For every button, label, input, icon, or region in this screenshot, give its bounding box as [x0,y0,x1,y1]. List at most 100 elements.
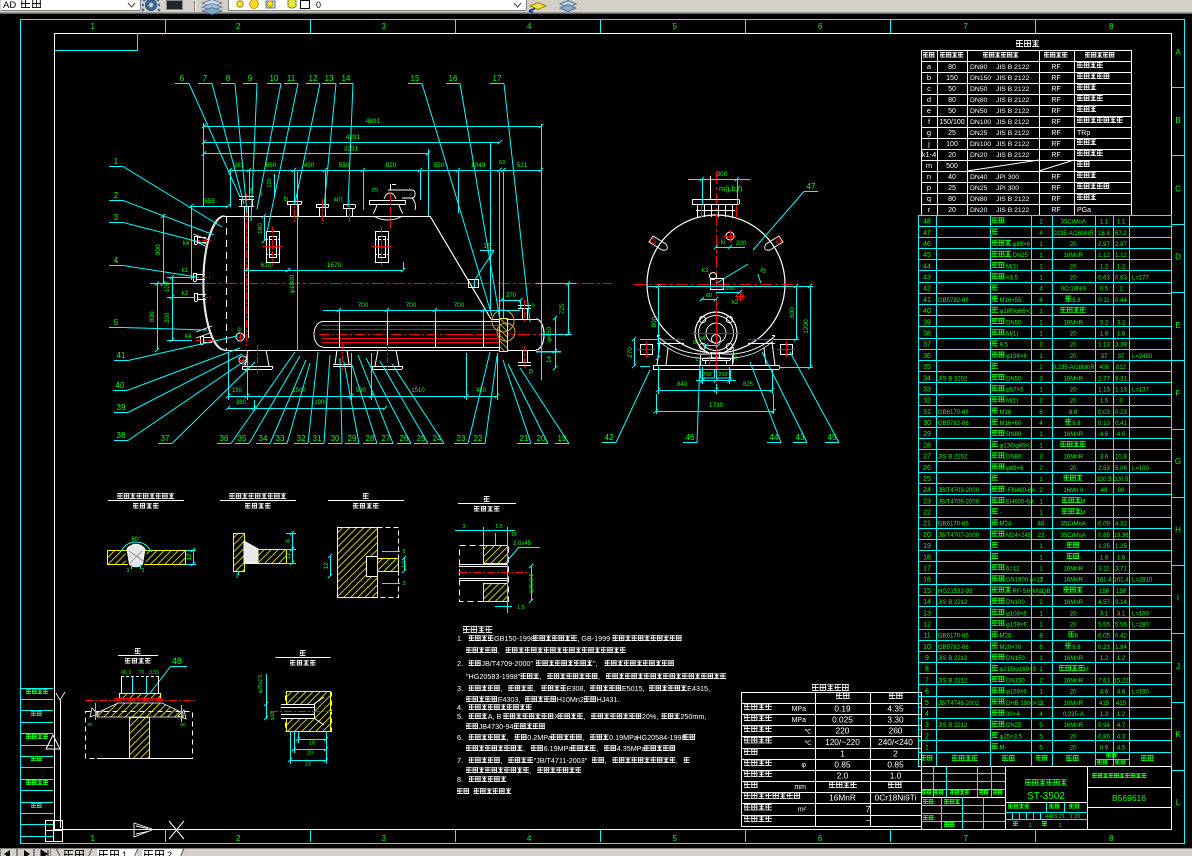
svg-text:1: 1 [1039,510,1043,517]
svg-text:φ1800: φ1800 [289,274,296,293]
svg-text:k4: k4 [699,335,706,342]
svg-text:JIS B 2122: JIS B 2122 [996,130,1029,137]
svg-text:6: 6 [285,539,292,543]
svg-text:1670: 1670 [327,262,342,269]
svg-text:80: 80 [948,196,956,203]
svg-text:1: 1 [1039,700,1043,707]
svg-text:4.7: 4.7 [1117,723,1126,729]
svg-text:45: 45 [923,252,931,259]
svg-text:13: 13 [325,74,334,83]
svg-text:16MnR: 16MnR [1064,320,1084,326]
svg-text:JIS B 2122: JIS B 2122 [996,119,1029,126]
svg-text:GB5782-86: GB5782-86 [938,298,969,304]
svg-text:40: 40 [923,308,931,315]
svg-text:1: 1 [1039,241,1043,248]
svg-text:GB6170-86: GB6170-86 [938,634,969,640]
svg-text:e: e [927,106,931,115]
svg-text:φ25×3.5: φ25×3.5 [1000,734,1023,740]
svg-text:TRp: TRp [1077,130,1090,137]
svg-text:37: 37 [1118,354,1125,360]
svg-text:80: 80 [948,97,956,104]
svg-text:b: b [284,196,288,203]
svg-text:A: A [1175,48,1181,57]
svg-text:22: 22 [474,434,483,443]
svg-text:800: 800 [651,316,658,327]
svg-text:270: 270 [506,293,517,299]
svg-text:10: 10 [401,561,408,569]
svg-text:26: 26 [400,434,409,443]
svg-text:,: , [507,733,509,742]
svg-text:415: 415 [1116,701,1127,707]
svg-text:35CrMoA: 35CrMoA [1061,522,1086,528]
svg-text:m(j,b,f): m(j,b,f) [719,184,743,193]
svg-text:10.8: 10.8 [1115,455,1127,461]
svg-text:4: 4 [114,256,119,265]
svg-text:20%,: 20%, [642,712,658,721]
svg-text:GB6170-86: GB6170-86 [938,522,969,528]
svg-text:0.19: 0.19 [834,703,851,713]
svg-text:1.13: 1.13 [1098,343,1110,349]
svg-text:,: , [676,756,678,765]
svg-text:45: 45 [828,433,837,442]
svg-text:15.22: 15.22 [1113,678,1129,684]
svg-text:1: 1 [1039,610,1043,617]
svg-text:G: G [1175,457,1181,466]
svg-text:DN20: DN20 [970,152,988,159]
svg-text:1.6: 1.6 [1100,555,1109,561]
svg-text:1: 1 [1039,666,1043,673]
svg-text:1.84: 1.84 [1115,645,1127,651]
svg-text:1.5: 1.5 [1100,399,1109,405]
svg-text:1.13: 1.13 [1115,387,1127,393]
svg-text:JIS B 2122: JIS B 2122 [996,207,1029,214]
svg-text:20: 20 [1070,611,1077,617]
svg-text:5.55: 5.55 [1098,622,1110,628]
svg-text:k4: k4 [183,241,190,247]
svg-text:67.2: 67.2 [1115,231,1127,237]
svg-text:0.025: 0.025 [832,714,853,724]
svg-text:7: 7 [964,22,969,31]
svg-text:E: E [1175,321,1180,330]
svg-text:3.6: 3.6 [1100,455,1109,461]
svg-text:42: 42 [605,433,614,442]
svg-text:20: 20 [1070,399,1077,405]
svg-text:3: 3 [127,568,130,574]
svg-text:26: 26 [923,465,931,472]
svg-text:18: 18 [923,554,931,561]
svg-text:M16: M16 [1000,410,1012,416]
svg-text:JIS B 2202: JIS B 2202 [938,455,968,461]
svg-text:φ89×6: φ89×6 [1013,242,1031,248]
svg-text:150: 150 [946,75,958,82]
svg-text:ki: ki [721,239,726,246]
svg-text:1.2: 1.2 [1117,264,1126,270]
svg-text:11: 11 [923,633,930,640]
svg-text:20: 20 [1070,354,1077,360]
svg-text:RF-SH(M)-QB: RF-SH(M)-QB [1013,589,1051,595]
svg-text:0.03: 0.03 [1098,410,1110,416]
svg-text:k1-4: k1-4 [922,150,937,159]
svg-text:M16×60: M16×60 [1000,421,1023,427]
svg-text:PGa: PGa [1077,207,1091,214]
svg-text:8.8: 8.8 [1072,421,1081,427]
svg-text:39: 39 [117,403,126,412]
svg-text:0.05: 0.05 [1098,634,1110,640]
svg-text:δ=12: δ=12 [1006,566,1020,572]
svg-text:37: 37 [161,434,170,443]
svg-text:35CrMoA: 35CrMoA [1061,220,1086,226]
svg-text:5: 5 [1039,722,1043,729]
svg-text:ST-3502: ST-3502 [1027,791,1065,802]
svg-text:"JB/T4711-2003": "JB/T4711-2003" [534,756,588,765]
svg-text:M16×55: M16×55 [1000,298,1023,304]
svg-text:53: 53 [499,160,505,166]
svg-text:270: 270 [627,347,634,358]
svg-text:1: 1 [1039,565,1043,572]
svg-text:0.41: 0.41 [1115,421,1127,427]
svg-text:200: 200 [736,241,747,247]
svg-text:5: 5 [1039,733,1043,740]
svg-text:22: 22 [923,510,931,517]
svg-text:0235-A/16MnR: 0235-A/16MnR [1053,231,1094,237]
svg-text:RF: RF [1051,207,1060,214]
svg-text:JB/T4707-2000: JB/T4707-2000 [938,533,980,539]
svg-text:8.8: 8.8 [1072,645,1081,651]
svg-text:2.97: 2.97 [1098,242,1110,248]
svg-text:k1: k1 [182,268,189,274]
